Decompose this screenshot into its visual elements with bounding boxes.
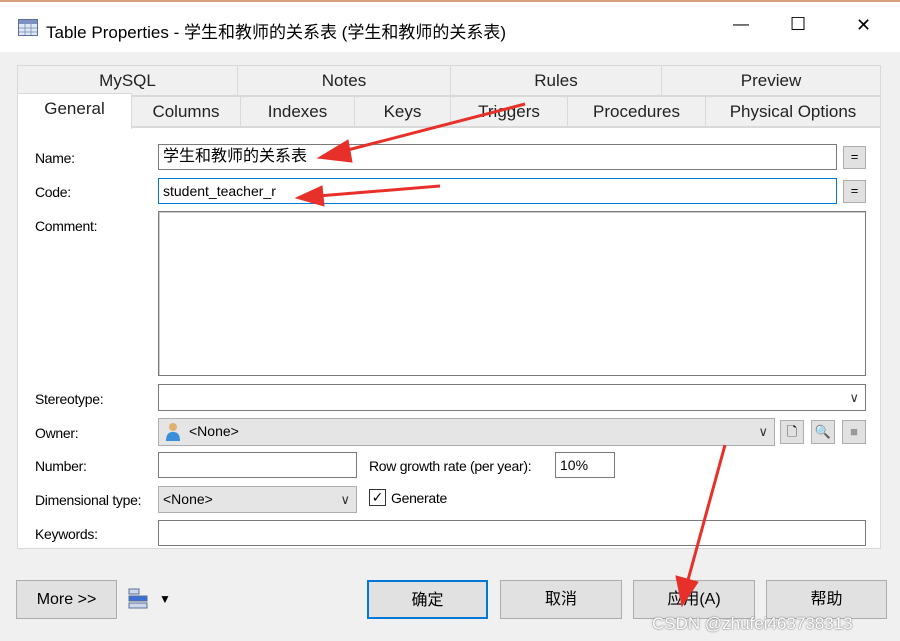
generate-checkbox[interactable]: ✓ [369,489,386,506]
chevron-down-icon: ∨ [340,492,350,507]
number-input[interactable] [158,452,357,478]
chevron-down-icon: ∨ [758,424,768,439]
tab-procedures[interactable]: Procedures [567,96,706,127]
owner-label: Owner: [35,425,79,441]
dropdown-arrow-icon[interactable]: ▼ [159,592,171,606]
keywords-input[interactable] [158,520,866,546]
comment-label: Comment: [35,218,98,234]
dimensional-value: <None> [163,491,213,507]
title-bar: Table Properties - 学生和教师的关系表 (学生和教师的关系表)… [0,0,900,52]
search-document-icon: 🔍 [814,424,832,439]
list-icon[interactable] [128,588,148,612]
maximize-button[interactable]: ☐ [790,14,806,35]
owner-value: <None> [189,423,239,439]
watermark: CSDN @zhufei463738313 [652,614,853,633]
chevron-down-icon: ∨ [849,390,859,405]
tab-columns[interactable]: Columns [131,96,241,127]
close-button[interactable]: ✕ [856,15,871,36]
tab-indexes[interactable]: Indexes [240,96,355,127]
row-growth-label: Row growth rate (per year): [369,458,532,474]
row-growth-input[interactable]: 10% [555,452,615,478]
window-title: Table Properties - 学生和教师的关系表 (学生和教师的关系表) [46,23,506,42]
name-input[interactable]: 学生和教师的关系表 [158,144,837,170]
tab-physical-options[interactable]: Physical Options [705,96,881,127]
tab-notes[interactable]: Notes [237,65,451,96]
tab-triggers[interactable]: Triggers [450,96,568,127]
comment-textarea[interactable] [158,211,866,376]
code-equal-button[interactable]: = [843,180,866,203]
owner-select[interactable]: <None> ∨ [158,418,775,446]
new-owner-button[interactable]: 🗋 [780,420,804,444]
number-label: Number: [35,458,87,474]
generate-label: Generate [391,490,447,506]
tab-general[interactable]: General [17,93,132,129]
name-equal-button[interactable]: = [843,146,866,169]
properties-owner-button[interactable]: ■ [842,420,866,444]
tab-preview[interactable]: Preview [661,65,881,96]
user-icon [166,423,180,441]
stereotype-select[interactable]: ∨ [158,384,866,411]
dimensional-type-label: Dimensional type: [35,492,142,508]
tab-rules[interactable]: Rules [450,65,662,96]
tab-mysql[interactable]: MySQL [17,65,238,96]
stereotype-label: Stereotype: [35,391,104,407]
ok-button[interactable]: 确定 [367,580,488,619]
table-icon [18,19,38,36]
code-input[interactable]: student_teacher_r [158,178,837,204]
new-document-icon: 🗋 [786,424,798,439]
cancel-button[interactable]: 取消 [500,580,622,619]
document-disabled-icon: ■ [850,424,858,439]
more-button[interactable]: More >> [16,580,117,619]
name-label: Name: [35,150,75,166]
keywords-label: Keywords: [35,526,98,542]
dimensional-type-select[interactable]: <None> ∨ [158,486,357,513]
browse-owner-button[interactable]: 🔍 [811,420,835,444]
tab-keys[interactable]: Keys [354,96,451,127]
code-label: Code: [35,184,71,200]
minimize-button[interactable]: — [733,16,749,34]
